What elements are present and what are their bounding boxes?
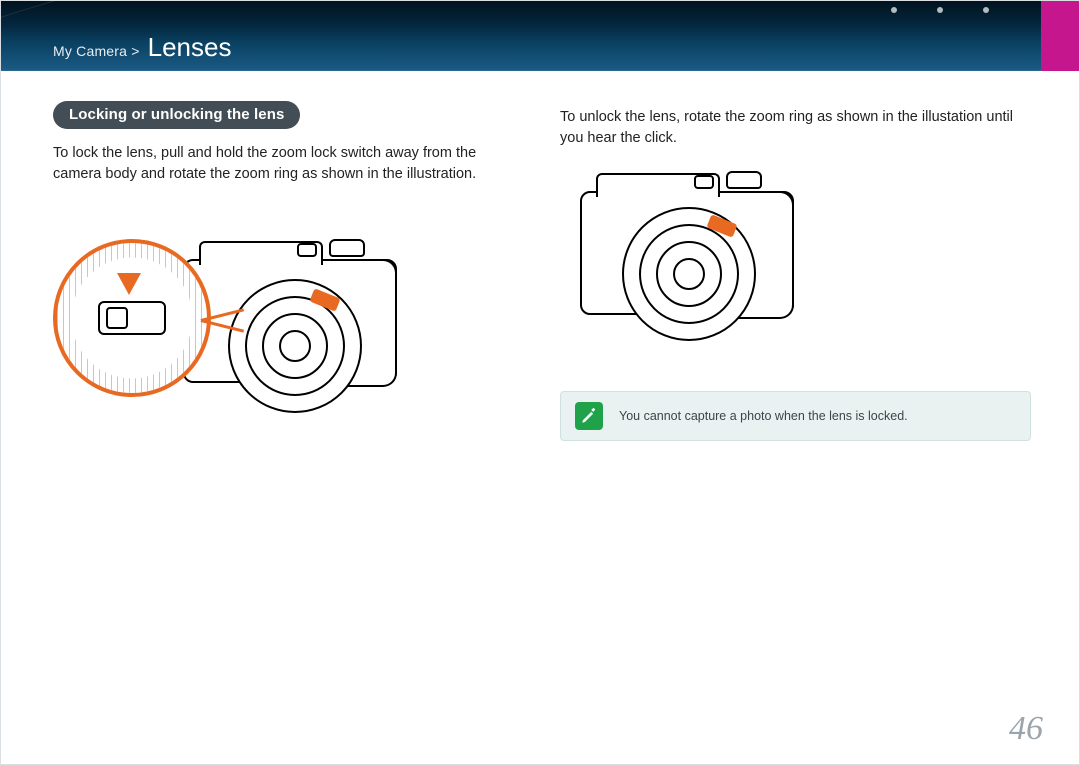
right-paragraph: To unlock the lens, rotate the zoom ring… (560, 107, 1031, 149)
left-paragraph: To lock the lens, pull and hold the zoom… (53, 143, 524, 185)
down-arrow-icon (117, 273, 141, 295)
callout-pointer (201, 319, 249, 359)
breadcrumb: My Camera > Lenses (53, 32, 231, 63)
zoom-lock-switch-outline (98, 301, 166, 335)
content-area: Locking or unlocking the lens To lock th… (1, 71, 1079, 441)
illustration-unlock (560, 163, 850, 373)
callout-zoom-lock-switch (53, 239, 211, 397)
illustration-lock (53, 199, 373, 429)
pen-icon (575, 402, 603, 430)
section-heading-pill: Locking or unlocking the lens (53, 101, 300, 129)
header-decorative-dots (891, 7, 989, 13)
page-number: 46 (1009, 710, 1043, 748)
left-column: Locking or unlocking the lens To lock th… (53, 101, 524, 441)
note-box: You cannot capture a photo when the lens… (560, 391, 1031, 441)
page-header: My Camera > Lenses (1, 1, 1079, 71)
breadcrumb-path: My Camera > (53, 43, 140, 59)
header-magenta-accent (1041, 1, 1079, 71)
note-text: You cannot capture a photo when the lens… (619, 409, 908, 423)
breadcrumb-current: Lenses (148, 32, 232, 63)
right-column: To unlock the lens, rotate the zoom ring… (560, 101, 1031, 441)
